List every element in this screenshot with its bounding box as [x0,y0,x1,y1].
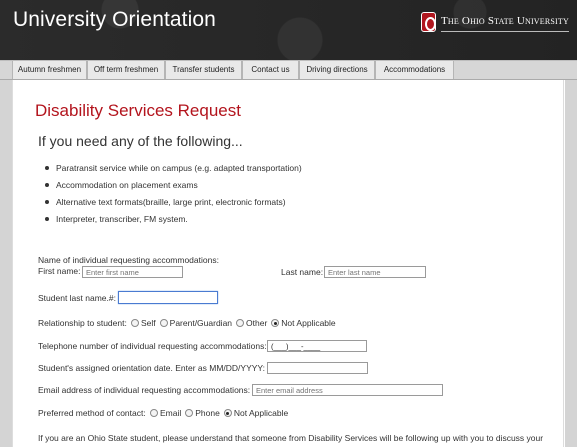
radio-button[interactable] [131,319,139,327]
nav-off-term-freshmen[interactable]: Off term freshmen [87,61,165,79]
list-item: Alternative text formats(braille, large … [45,196,302,213]
phone-label: Telephone number of individual requestin… [38,341,267,351]
contact-option-email[interactable]: Email [150,408,181,418]
radio-button-selected[interactable] [223,409,232,417]
nav-transfer-students[interactable]: Transfer students [165,61,242,79]
intro-heading: If you need any of the following... [38,133,243,149]
osu-block-o-logo-icon[interactable] [421,12,436,32]
list-item: Paratransit service while on campus (e.g… [45,162,302,179]
radio-label: Other [246,318,268,328]
relationship-option-parent[interactable]: Parent/Guardian [159,318,233,328]
radio-label: Not Applicable [233,408,289,418]
orientation-date-field[interactable] [267,362,368,374]
contact-method-radio-group: Email Phone Not Applicable [150,408,292,418]
orientation-date-label: Student's assigned orientation date. Ent… [38,363,265,373]
last-name-label: Last name: [281,267,324,277]
contact-option-phone[interactable]: Phone [185,408,220,418]
relationship-option-not-applicable[interactable]: Not Applicable [271,318,336,328]
email-field[interactable] [252,384,443,396]
student-last-name-field[interactable] [118,291,218,304]
relationship-label: Relationship to student: [38,318,127,328]
radio-button[interactable] [185,409,194,417]
first-name-label: First name: [38,266,81,276]
contact-method-label: Preferred method of contact: [38,408,146,418]
nav-accommodations[interactable]: Accommodations [375,61,454,79]
site-header: University Orientation The Ohio State Un… [0,0,577,60]
right-gutter [565,80,577,447]
main-nav: Autumn freshmen Off term freshmen Transf… [0,60,577,80]
page-title: Disability Services Request [35,101,241,120]
relationship-option-self[interactable]: Self [131,318,156,328]
radio-label: Self [141,318,156,328]
contact-option-not-applicable[interactable]: Not Applicable [223,408,289,418]
radio-button-selected[interactable] [271,319,280,327]
radio-button[interactable] [150,409,158,417]
left-gutter [0,80,12,447]
relationship-option-other[interactable]: Other [236,318,267,328]
site-title[interactable]: University Orientation [13,8,216,32]
radio-label: Phone [195,408,220,418]
radio-label: Email [160,408,182,418]
nav-driving-directions[interactable]: Driving directions [299,61,375,79]
radio-button[interactable] [236,319,245,327]
relationship-radio-group: Self Parent/Guardian Other Not Applicabl… [131,318,340,328]
radio-button[interactable] [159,319,168,327]
email-label: Email address of individual requesting a… [38,385,251,395]
phone-field[interactable] [267,340,367,352]
radio-label: Parent/Guardian [169,318,233,328]
nav-contact-us[interactable]: Contact us [242,61,299,79]
first-name-field[interactable] [82,266,183,278]
nav-autumn-freshmen[interactable]: Autumn freshmen [12,61,87,79]
needs-list: Paratransit service while on campus (e.g… [45,162,302,230]
radio-label: Not Applicable [281,318,336,328]
last-name-field[interactable] [324,266,426,278]
student-last-name-label: Student last name.#: [38,293,116,303]
university-name[interactable]: The Ohio State University [441,15,569,32]
list-item: Interpreter, transcriber, FM system. [45,213,302,230]
followup-notice: If you are an Ohio State student, please… [38,433,544,443]
list-item: Accommodation on placement exams [45,179,302,196]
name-section-label: Name of individual requesting accommodat… [38,255,219,265]
